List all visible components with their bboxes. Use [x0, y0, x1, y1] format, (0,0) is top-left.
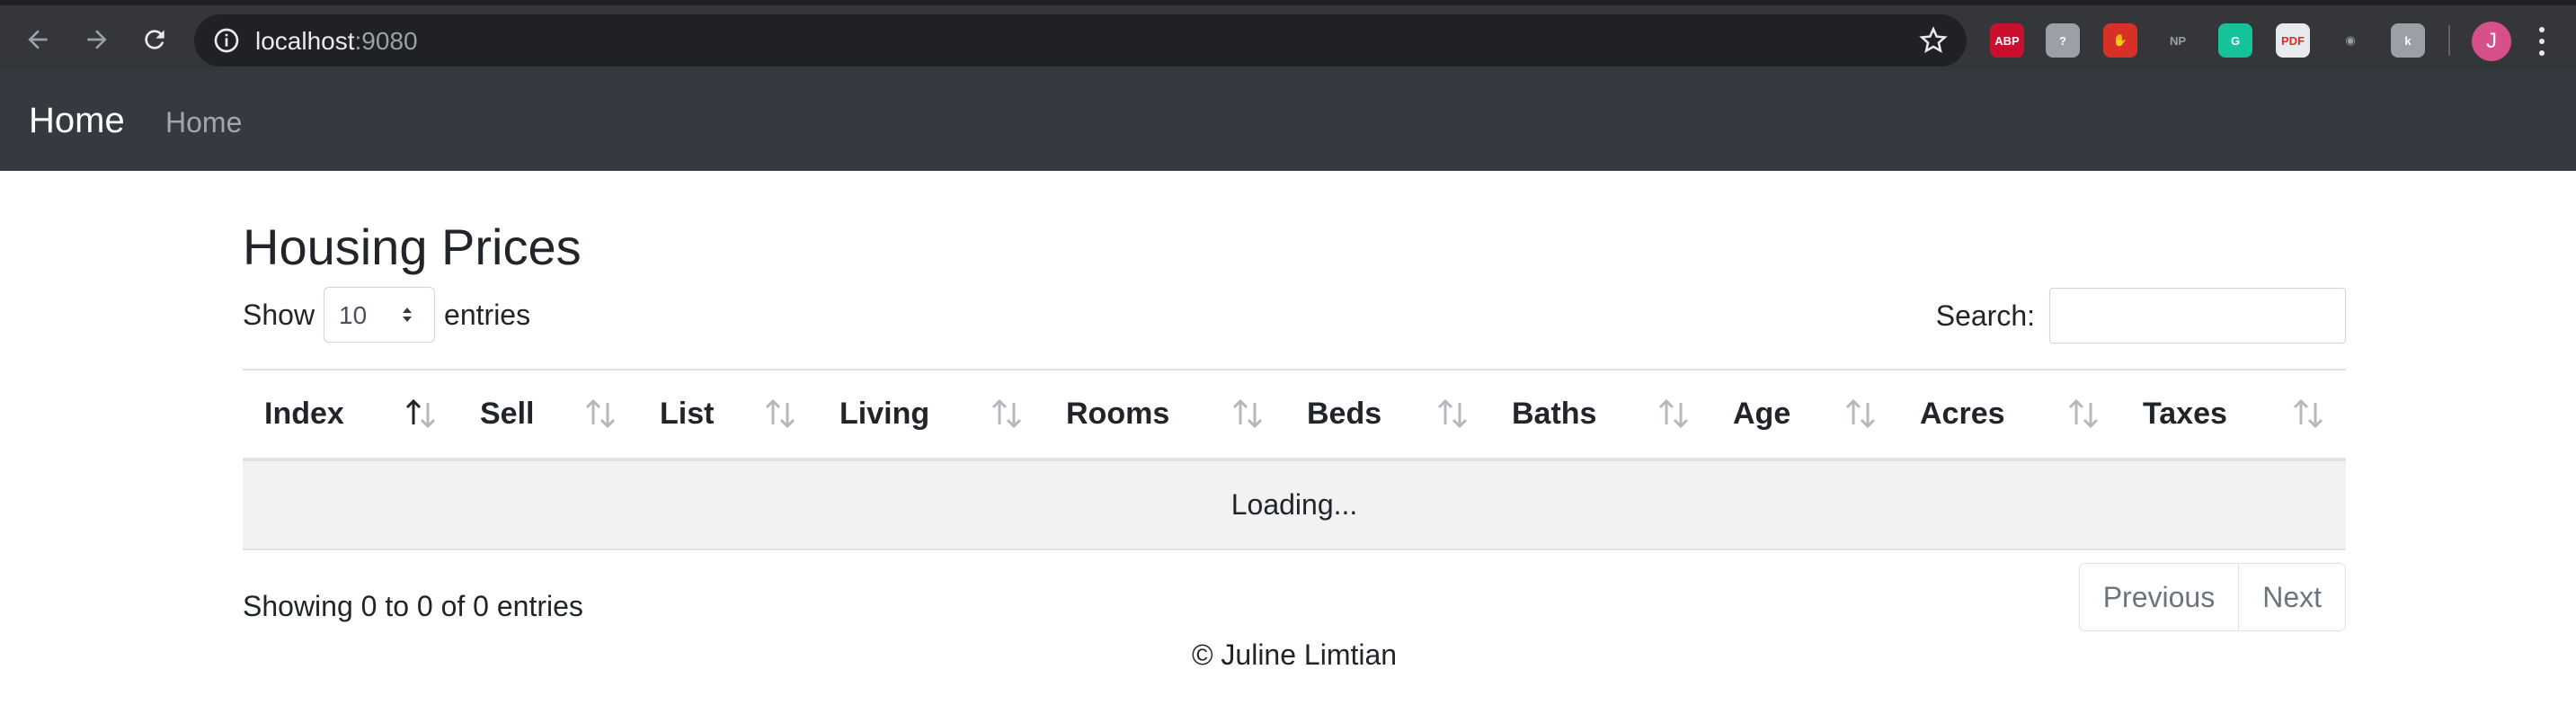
- stop-hand-icon[interactable]: ✋: [2103, 23, 2137, 58]
- column-label: Beds: [1307, 397, 1382, 431]
- column-label: List: [660, 397, 715, 431]
- page-length-select[interactable]: 10: [324, 287, 436, 343]
- browser-toolbar: localhost:9080 ABP? ✋ NP G PDF ◉ k J: [0, 0, 2576, 70]
- column-header-beds[interactable]: Beds: [1285, 369, 1490, 461]
- column-label: Living: [839, 397, 930, 431]
- column-header-acres[interactable]: Acres: [1898, 369, 2121, 461]
- url-host: localhost: [255, 27, 355, 55]
- search-label: Search:: [1935, 299, 2035, 332]
- url-text: localhost:9080: [255, 27, 418, 56]
- search-input[interactable]: [2049, 288, 2346, 344]
- select-arrows-icon: [403, 308, 413, 322]
- grammarly-icon[interactable]: G: [2218, 23, 2252, 58]
- sort-arrows-icon: [1232, 398, 1263, 429]
- back-button[interactable]: [18, 20, 58, 59]
- sort-arrows-icon: [1658, 398, 1689, 429]
- info-icon[interactable]: [212, 26, 241, 55]
- next-button[interactable]: Next: [2238, 564, 2345, 630]
- footer-copyright: © Juline Limtian: [1191, 638, 1398, 671]
- column-header-rooms[interactable]: Rooms: [1044, 369, 1285, 461]
- search-control: Search:: [1936, 288, 2346, 344]
- pagination: Previous Next: [2078, 563, 2346, 631]
- sort-arrows-icon: [1845, 398, 1876, 429]
- arrow-left-icon: [28, 30, 48, 49]
- pdf-icon[interactable]: PDF: [2276, 23, 2310, 58]
- reload-button[interactable]: [135, 20, 174, 59]
- sort-arrows-icon: [585, 398, 616, 429]
- shield-question-icon[interactable]: ?: [2046, 23, 2080, 58]
- column-header-index[interactable]: Index: [243, 369, 458, 461]
- sort-arrows-icon: [1437, 398, 1468, 429]
- table-header-row: Index Sell List Living Rooms Beds Baths Age Acre…: [243, 369, 2346, 461]
- browser-menu-icon[interactable]: [2536, 27, 2547, 56]
- column-header-living[interactable]: Living: [818, 369, 1044, 461]
- previous-button[interactable]: Previous: [2079, 564, 2239, 630]
- housing-table: Index Sell List Living Rooms Beds Baths Age Acre…: [243, 369, 2346, 550]
- page-length-value: 10: [339, 301, 368, 329]
- column-label: Baths: [1512, 397, 1597, 431]
- navbar-brand[interactable]: Home: [29, 101, 125, 141]
- column-label: Rooms: [1066, 397, 1170, 431]
- column-label: Age: [1733, 397, 1791, 431]
- sort-arrows-icon: [991, 398, 1022, 429]
- column-header-taxes[interactable]: Taxes: [2121, 369, 2346, 461]
- loading-cell: Loading...: [243, 460, 2346, 550]
- show-label: Show: [243, 298, 315, 331]
- address-bar[interactable]: localhost:9080: [194, 14, 1967, 67]
- sort-arrows-icon: [2293, 398, 2323, 429]
- reload-icon: [145, 30, 164, 49]
- sort-arrows-icon: [765, 398, 795, 429]
- page-title: Housing Prices: [243, 219, 582, 275]
- toolbar-divider: [2448, 25, 2450, 56]
- sort-arrows-icon: [2068, 398, 2099, 429]
- app-navbar: Home Home: [0, 70, 2576, 171]
- entries-label: entries: [444, 298, 531, 331]
- column-label: Acres: [1920, 397, 2005, 431]
- column-header-baths[interactable]: Baths: [1490, 369, 1711, 461]
- column-header-age[interactable]: Age: [1711, 369, 1898, 461]
- column-label: Sell: [480, 397, 535, 431]
- url-port: :9080: [354, 27, 418, 55]
- column-header-sell[interactable]: Sell: [458, 369, 638, 461]
- puzzle-ext-icon[interactable]: k: [2391, 23, 2425, 58]
- arrow-right-icon: [87, 30, 107, 49]
- column-header-list[interactable]: List: [638, 369, 818, 461]
- profile-avatar[interactable]: J: [2472, 22, 2511, 61]
- column-label: Index: [264, 397, 344, 431]
- column-label: Taxes: [2143, 397, 2227, 431]
- bookmark-star-icon[interactable]: [1918, 25, 1949, 56]
- adblock-plus-icon[interactable]: ABP: [1990, 23, 2024, 58]
- np-icon[interactable]: NP: [2161, 23, 2195, 58]
- nav-link-home[interactable]: Home: [165, 106, 242, 139]
- forward-button[interactable]: [77, 20, 117, 59]
- table-info: Showing 0 to 0 of 0 entries: [243, 590, 583, 622]
- entries-length-control: Show 10 entries: [243, 287, 531, 343]
- circle-ext-icon[interactable]: ◉: [2333, 23, 2367, 58]
- table-row: Loading...: [243, 460, 2346, 550]
- sort-arrows-icon: [405, 398, 436, 429]
